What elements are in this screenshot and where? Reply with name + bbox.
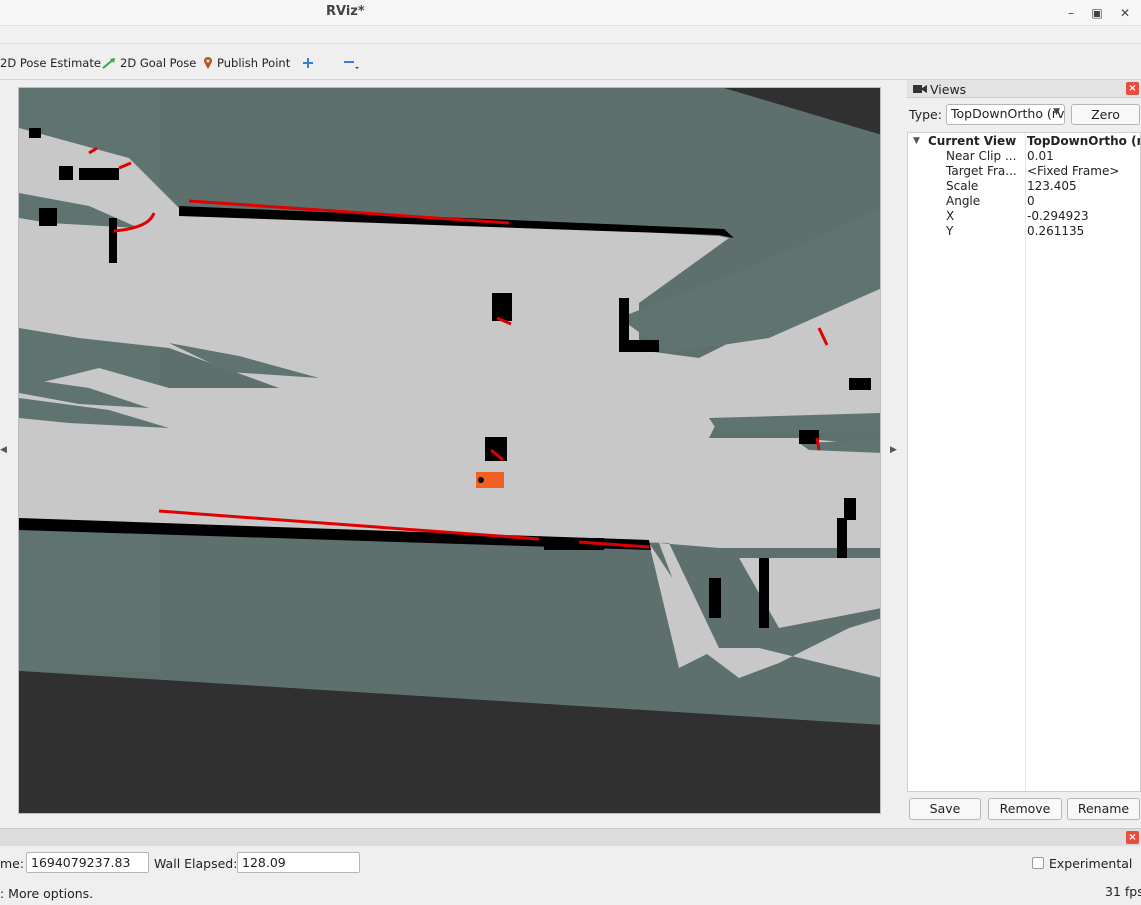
property-name: X xyxy=(946,209,955,223)
property-value: 0 xyxy=(1027,194,1035,208)
property-value: 0.261135 xyxy=(1027,224,1085,238)
current-view-value: TopDownOrtho (rviz_default_plugins) xyxy=(1027,134,1140,148)
view-type-select[interactable]: TopDownOrtho (rviz_defa ▼ xyxy=(946,104,1065,125)
plus-icon xyxy=(303,58,313,68)
pose-estimate-tool[interactable]: 2D Pose Estimate xyxy=(0,54,101,72)
time-panel-close-icon[interactable]: × xyxy=(1126,831,1139,844)
property-name: Target Fra... xyxy=(946,164,1017,178)
view-type-label: Type: xyxy=(909,107,942,122)
remove-button[interactable]: Remove xyxy=(988,798,1062,820)
camera-icon xyxy=(913,85,927,93)
occupancy-map[interactable] xyxy=(19,88,881,814)
zero-button[interactable]: Zero xyxy=(1071,104,1140,125)
ros-time-label: me: xyxy=(0,856,25,871)
menu-bar xyxy=(0,26,1141,44)
map-pin-icon xyxy=(204,57,212,69)
tool-bar: 2D Pose Estimate 2D Goal Pose Publish Po… xyxy=(0,44,1141,80)
property-name: Y xyxy=(946,224,954,238)
property-name: Scale xyxy=(946,179,979,193)
pose-estimate-label: 2D Pose Estimate xyxy=(0,56,101,70)
robot-origin-marker xyxy=(478,477,484,483)
rename-button[interactable]: Rename xyxy=(1067,798,1140,820)
panel-close-icon[interactable]: × xyxy=(1126,82,1139,95)
view-type-value: TopDownOrtho (rviz_defa xyxy=(951,106,1065,121)
goal-pose-label: 2D Goal Pose xyxy=(120,56,197,70)
save-button[interactable]: Save xyxy=(909,798,981,820)
property-row[interactable]: Target Fra... <Fixed Frame> xyxy=(908,164,1141,179)
goal-pose-tool[interactable]: 2D Goal Pose xyxy=(102,54,196,72)
wall-elapsed-label: Wall Elapsed: xyxy=(154,856,238,871)
property-row[interactable]: Y 0.261135 xyxy=(908,224,1141,239)
green-arrow-icon xyxy=(102,58,115,69)
close-icon[interactable]: ✕ xyxy=(1116,4,1134,22)
experimental-checkbox[interactable] xyxy=(1032,857,1044,869)
current-view-label: Current View xyxy=(928,134,1017,148)
property-name: Near Clip ... xyxy=(946,149,1017,163)
property-row[interactable]: X -0.294923 xyxy=(908,209,1141,224)
minus-icon xyxy=(344,61,359,69)
fps-readout: 31 fps xyxy=(1105,884,1141,899)
right-splitter-handle[interactable]: ▶ xyxy=(890,445,898,455)
views-panel-title: Views xyxy=(930,82,967,97)
publish-point-label: Publish Point xyxy=(217,56,291,70)
view-properties-tree[interactable]: ▼ Current View TopDownOrtho (rviz_defaul… xyxy=(907,132,1141,792)
dropdown-arrow-icon: ▼ xyxy=(1053,107,1060,117)
render-viewport[interactable] xyxy=(18,87,881,814)
property-row[interactable]: Near Clip ... 0.01 xyxy=(908,149,1141,164)
status-hint: : More options. xyxy=(0,886,94,901)
property-value: 0.01 xyxy=(1027,149,1054,163)
property-name: Angle xyxy=(946,194,981,208)
property-row[interactable]: Angle 0 xyxy=(908,194,1141,209)
current-view-row[interactable]: ▼ Current View TopDownOrtho (rviz_defaul… xyxy=(908,134,1141,149)
property-value: <Fixed Frame> xyxy=(1027,164,1120,178)
add-tool-button[interactable] xyxy=(302,54,314,72)
property-value: -0.294923 xyxy=(1027,209,1089,223)
ros-time-field[interactable]: 1694079237.83 xyxy=(26,852,149,873)
window-titlebar: RViz* – ▣ ✕ xyxy=(0,0,1141,26)
views-panel: Views × Type: TopDownOrtho (rviz_defa ▼ … xyxy=(907,80,1141,828)
property-row[interactable]: Scale 123.405 xyxy=(908,179,1141,194)
window-title: RViz* xyxy=(326,4,365,19)
property-value: 123.405 xyxy=(1027,179,1077,193)
time-panel-header: × xyxy=(0,828,1141,846)
experimental-label: Experimental xyxy=(1049,856,1133,871)
maximize-icon[interactable]: ▣ xyxy=(1088,4,1106,22)
publish-point-tool[interactable]: Publish Point xyxy=(203,54,290,72)
left-splitter-handle[interactable]: ◀ xyxy=(0,445,8,455)
time-panel: me: 1694079237.83 Wall Elapsed: 128.09 E… xyxy=(0,846,1141,905)
remove-tool-button[interactable] xyxy=(343,54,359,72)
wall-elapsed-field[interactable]: 128.09 xyxy=(237,852,360,873)
views-panel-header: Views × xyxy=(907,80,1141,98)
minimize-icon[interactable]: – xyxy=(1062,4,1080,22)
collapse-arrow-icon[interactable]: ▼ xyxy=(913,134,920,149)
